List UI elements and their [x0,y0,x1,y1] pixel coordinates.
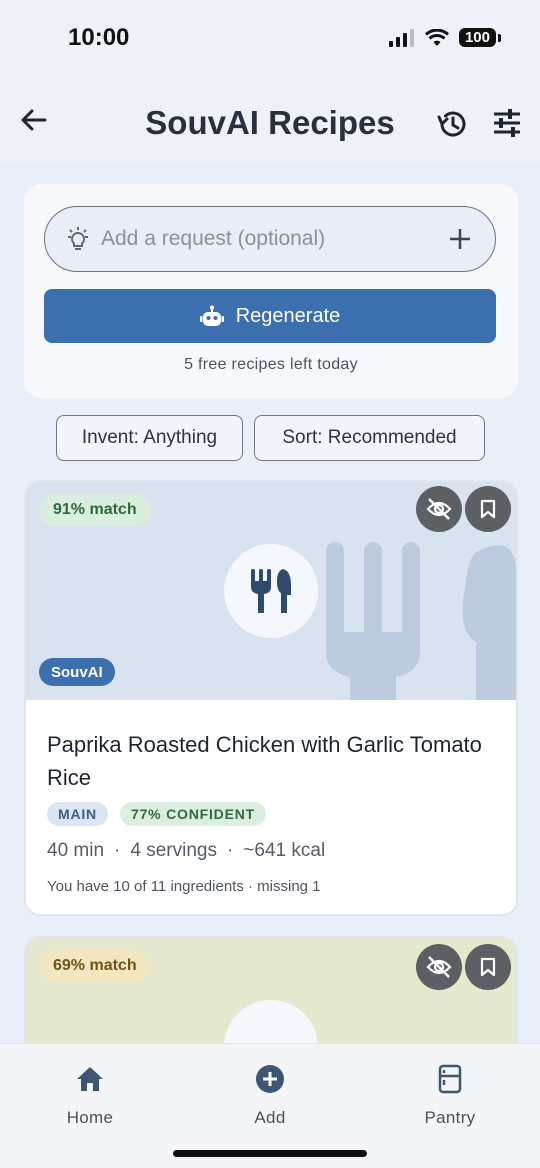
status-bar: 10:00 100 [0,0,540,80]
nav-add-label: Add [254,1108,286,1127]
eye-off-icon [426,956,452,978]
bookmark-button[interactable] [465,486,511,532]
recipe-hero: 91% match SouvAI [26,482,516,700]
request-card: Add a request (optional) Regenerate 5 fr… [24,184,518,398]
source-badge: SouvAI [39,658,115,686]
hide-recipe-button[interactable] [416,944,462,990]
wifi-icon [424,28,449,46]
lightbulb-icon [68,227,88,250]
recipe-title: Paprika Roasted Chicken with Garlic Toma… [47,732,482,790]
top-app-bar: SouvAI Recipes [0,80,540,162]
restaurant-icon [251,569,291,613]
battery-icon: 100 [458,28,502,47]
confidence-tag: 77% CONFIDENT [120,802,266,826]
regenerate-button[interactable]: Regenerate [44,289,496,343]
hide-recipe-button[interactable] [416,486,462,532]
cellular-signal-icon [388,28,414,47]
regenerate-label: Regenerate [235,304,341,327]
invent-filter-chip[interactable]: Invent: Anything [56,415,243,461]
recipe-servings: 4 servings [130,840,217,861]
free-recipes-left: 5 free recipes left today [184,356,358,373]
request-placeholder: Add a request (optional) [101,227,326,250]
robot-icon [199,305,224,326]
fork-knife-background-icon [326,542,516,700]
bookmark-button[interactable] [465,944,511,990]
add-circle-icon [256,1065,284,1093]
course-tag: MAIN [47,802,108,826]
status-time: 10:00 [68,24,130,51]
plus-icon[interactable] [447,226,473,252]
nav-add[interactable]: Add [210,1062,330,1128]
tune-settings-icon[interactable] [492,108,522,138]
home-icon [77,1067,103,1091]
bookmark-icon [480,957,496,977]
recipe-calories: ~641 kcal [243,840,326,861]
match-badge: 69% match [39,950,151,982]
ingredients-availability: You have 10 of 11 ingredients · missing … [47,878,321,895]
fridge-icon [438,1064,462,1094]
recipe-card[interactable]: 91% match SouvAI Paprika Roasted Chicken… [24,480,518,916]
nav-pantry[interactable]: Pantry [390,1062,510,1128]
nav-home[interactable]: Home [30,1062,150,1128]
nav-pantry-label: Pantry [424,1108,476,1127]
eye-off-icon [426,498,452,520]
request-input[interactable]: Add a request (optional) [44,206,496,272]
bookmark-icon [480,499,496,519]
home-indicator[interactable] [173,1150,367,1157]
recipe-time: 40 min [47,840,105,861]
sort-filter-chip[interactable]: Sort: Recommended [254,415,485,461]
nav-home-label: Home [66,1108,114,1127]
match-badge: 91% match [39,494,151,526]
history-icon[interactable] [436,108,468,140]
recipe-meta: 40 min · 4 servings · ~641 kcal [47,840,326,861]
status-icons: 100 [388,28,502,47]
recipe-placeholder-image [224,544,318,638]
